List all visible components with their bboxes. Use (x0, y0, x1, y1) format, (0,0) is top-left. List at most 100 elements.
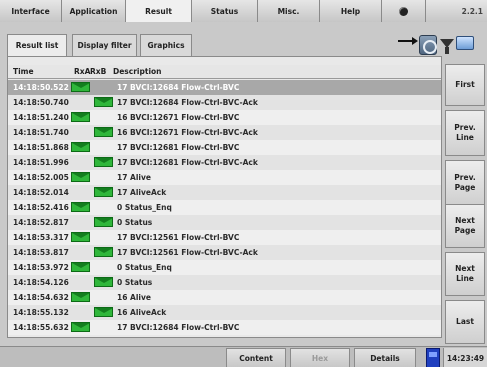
table-row[interactable]: 14:18:51.240 16 BVCI:12671 Flow-Ctrl-BVC (8, 110, 441, 125)
envelope-icon (71, 232, 90, 242)
toolbar-icons (398, 33, 476, 57)
row-description: 17 AliveAck (117, 188, 167, 197)
next-line-button[interactable]: Next Line (445, 252, 485, 296)
row-description: 0 Status (117, 218, 153, 227)
table-row[interactable]: 14:18:51.740 16 BVCI:12671 Flow-Ctrl-BVC-… (8, 125, 441, 140)
row-description: 17 BVCI:12684 Flow-Ctrl-BVC-Ack (117, 98, 258, 107)
row-time: 14:18:53.972 (13, 263, 69, 272)
envelope-icon (71, 292, 90, 302)
prev-page-button[interactable]: Prev. Page (445, 160, 485, 206)
envelope-icon (71, 322, 90, 332)
row-description: 17 BVCI:12561 Flow-Ctrl-BVC-Ack (117, 248, 258, 257)
envelope-icon (71, 82, 90, 92)
row-description: 16 AliveAck (117, 308, 167, 317)
tab-result-list[interactable]: Result list (7, 34, 67, 56)
tab-status[interactable]: Status (192, 0, 258, 22)
filter-icon[interactable] (440, 39, 454, 55)
row-time: 14:18:51.240 (13, 113, 69, 122)
table-row[interactable]: 14:18:54.126 0 Status (8, 275, 441, 290)
version-label: 2.2.1 (426, 0, 487, 22)
row-description: 0 Status_Enq (117, 263, 172, 272)
row-time: 14:18:54.126 (13, 278, 69, 287)
column-description[interactable]: Description (113, 67, 162, 76)
row-time: 14:18:55.132 (13, 308, 69, 317)
row-time: 14:18:52.416 (13, 203, 69, 212)
content-button[interactable]: Content (226, 348, 286, 367)
tab-interface[interactable]: Interface (0, 0, 62, 22)
row-time: 14:18:50.740 (13, 98, 69, 107)
table-row[interactable]: 14:18:52.817 0 Status (8, 215, 441, 230)
row-description: 16 BVCI:12671 Flow-Ctrl-BVC-Ack (117, 128, 258, 137)
first-button[interactable]: First (445, 64, 485, 106)
bottom-bar: Content Hex Details 14:23:49 (0, 346, 487, 367)
table-row[interactable]: 14:18:51.868 17 BVCI:12681 Flow-Ctrl-BVC (8, 140, 441, 155)
table-row[interactable]: 14:18:51.996 17 BVCI:12681 Flow-Ctrl-BVC-… (8, 155, 441, 170)
column-time[interactable]: Time (13, 67, 34, 76)
row-description: 17 BVCI:12684 Flow-Ctrl-BVC (117, 83, 240, 92)
column-rxa[interactable]: RxA (74, 67, 90, 76)
table-row[interactable]: 14:18:54.632 16 Alive (8, 290, 441, 305)
result-list-panel: Time RxA RxB Description 14:18:50.522 17 … (7, 56, 442, 338)
prev-line-button[interactable]: Prev. Line (445, 110, 485, 156)
row-time: 14:18:50.522 (13, 83, 69, 92)
result-rows: 14:18:50.522 17 BVCI:12684 Flow-Ctrl-BVC 1… (8, 80, 441, 335)
last-button[interactable]: Last (445, 300, 485, 344)
row-time: 14:18:54.632 (13, 293, 69, 302)
next-page-button[interactable]: Next Page (445, 204, 485, 248)
table-row[interactable]: 14:18:50.740 17 BVCI:12684 Flow-Ctrl-BVC-… (8, 95, 441, 110)
row-time: 14:18:53.817 (13, 248, 69, 257)
row-description: 0 Status_Enq (117, 203, 172, 212)
table-row[interactable]: 14:18:50.522 17 BVCI:12684 Flow-Ctrl-BVC (8, 80, 441, 95)
envelope-icon (71, 202, 90, 212)
row-time: 14:18:55.632 (13, 323, 69, 332)
tab-help[interactable]: Help (320, 0, 382, 22)
arrow-right-icon (398, 40, 413, 42)
envelope-icon (71, 172, 90, 182)
row-description: 17 BVCI:12561 Flow-Ctrl-BVC (117, 233, 240, 242)
envelope-icon (94, 277, 113, 287)
envelope-icon (94, 247, 113, 257)
row-time: 14:18:51.740 (13, 128, 69, 137)
envelope-icon (94, 157, 113, 167)
top-tab-bar: Interface Application Result Status Misc… (0, 0, 487, 22)
table-row[interactable]: 14:18:53.317 17 BVCI:12561 Flow-Ctrl-BVC (8, 230, 441, 245)
row-description: 17 BVCI:12681 Flow-Ctrl-BVC-Ack (117, 158, 258, 167)
envelope-icon (94, 187, 113, 197)
envelope-icon (71, 142, 90, 152)
tab-gear[interactable] (382, 0, 426, 22)
hex-button[interactable]: Hex (290, 348, 350, 367)
tab-display-filter[interactable]: Display filter (72, 34, 137, 56)
table-row[interactable]: 14:18:55.132 16 AliveAck (8, 305, 441, 320)
row-time: 14:18:51.996 (13, 158, 69, 167)
gear-icon (399, 6, 408, 16)
table-row[interactable]: 14:18:52.014 17 AliveAck (8, 185, 441, 200)
row-description: 0 Status (117, 278, 153, 287)
details-button[interactable]: Details (354, 348, 416, 367)
screen-icon[interactable] (456, 36, 474, 50)
envelope-icon (94, 127, 113, 137)
column-rxb[interactable]: RxB (90, 67, 106, 76)
row-time: 14:18:52.817 (13, 218, 69, 227)
phone-icon (426, 348, 440, 367)
table-row[interactable]: 14:18:55.632 17 BVCI:12684 Flow-Ctrl-BVC (8, 320, 441, 335)
table-row[interactable]: 14:18:53.972 0 Status_Enq (8, 260, 441, 275)
tab-application[interactable]: Application (62, 0, 126, 22)
row-description: 17 BVCI:12684 Flow-Ctrl-BVC (117, 323, 240, 332)
table-row[interactable]: 14:18:52.416 0 Status_Enq (8, 200, 441, 215)
envelope-icon (71, 262, 90, 272)
tab-result[interactable]: Result (126, 0, 192, 22)
tab-misc[interactable]: Misc. (258, 0, 320, 22)
tab-graphics[interactable]: Graphics (140, 34, 192, 56)
envelope-icon (94, 307, 113, 317)
clock: 14:23:49 (443, 348, 487, 367)
row-time: 14:18:52.014 (13, 188, 69, 197)
database-icon[interactable] (419, 35, 437, 55)
envelope-icon (94, 97, 113, 107)
row-description: 17 Alive (117, 173, 151, 182)
table-row[interactable]: 14:18:53.817 17 BVCI:12561 Flow-Ctrl-BVC-… (8, 245, 441, 260)
envelope-icon (94, 217, 113, 227)
table-row[interactable]: 14:18:52.005 17 Alive (8, 170, 441, 185)
row-description: 17 BVCI:12681 Flow-Ctrl-BVC (117, 143, 240, 152)
table-header: Time RxA RxB Description (8, 65, 441, 79)
row-time: 14:18:53.317 (13, 233, 69, 242)
